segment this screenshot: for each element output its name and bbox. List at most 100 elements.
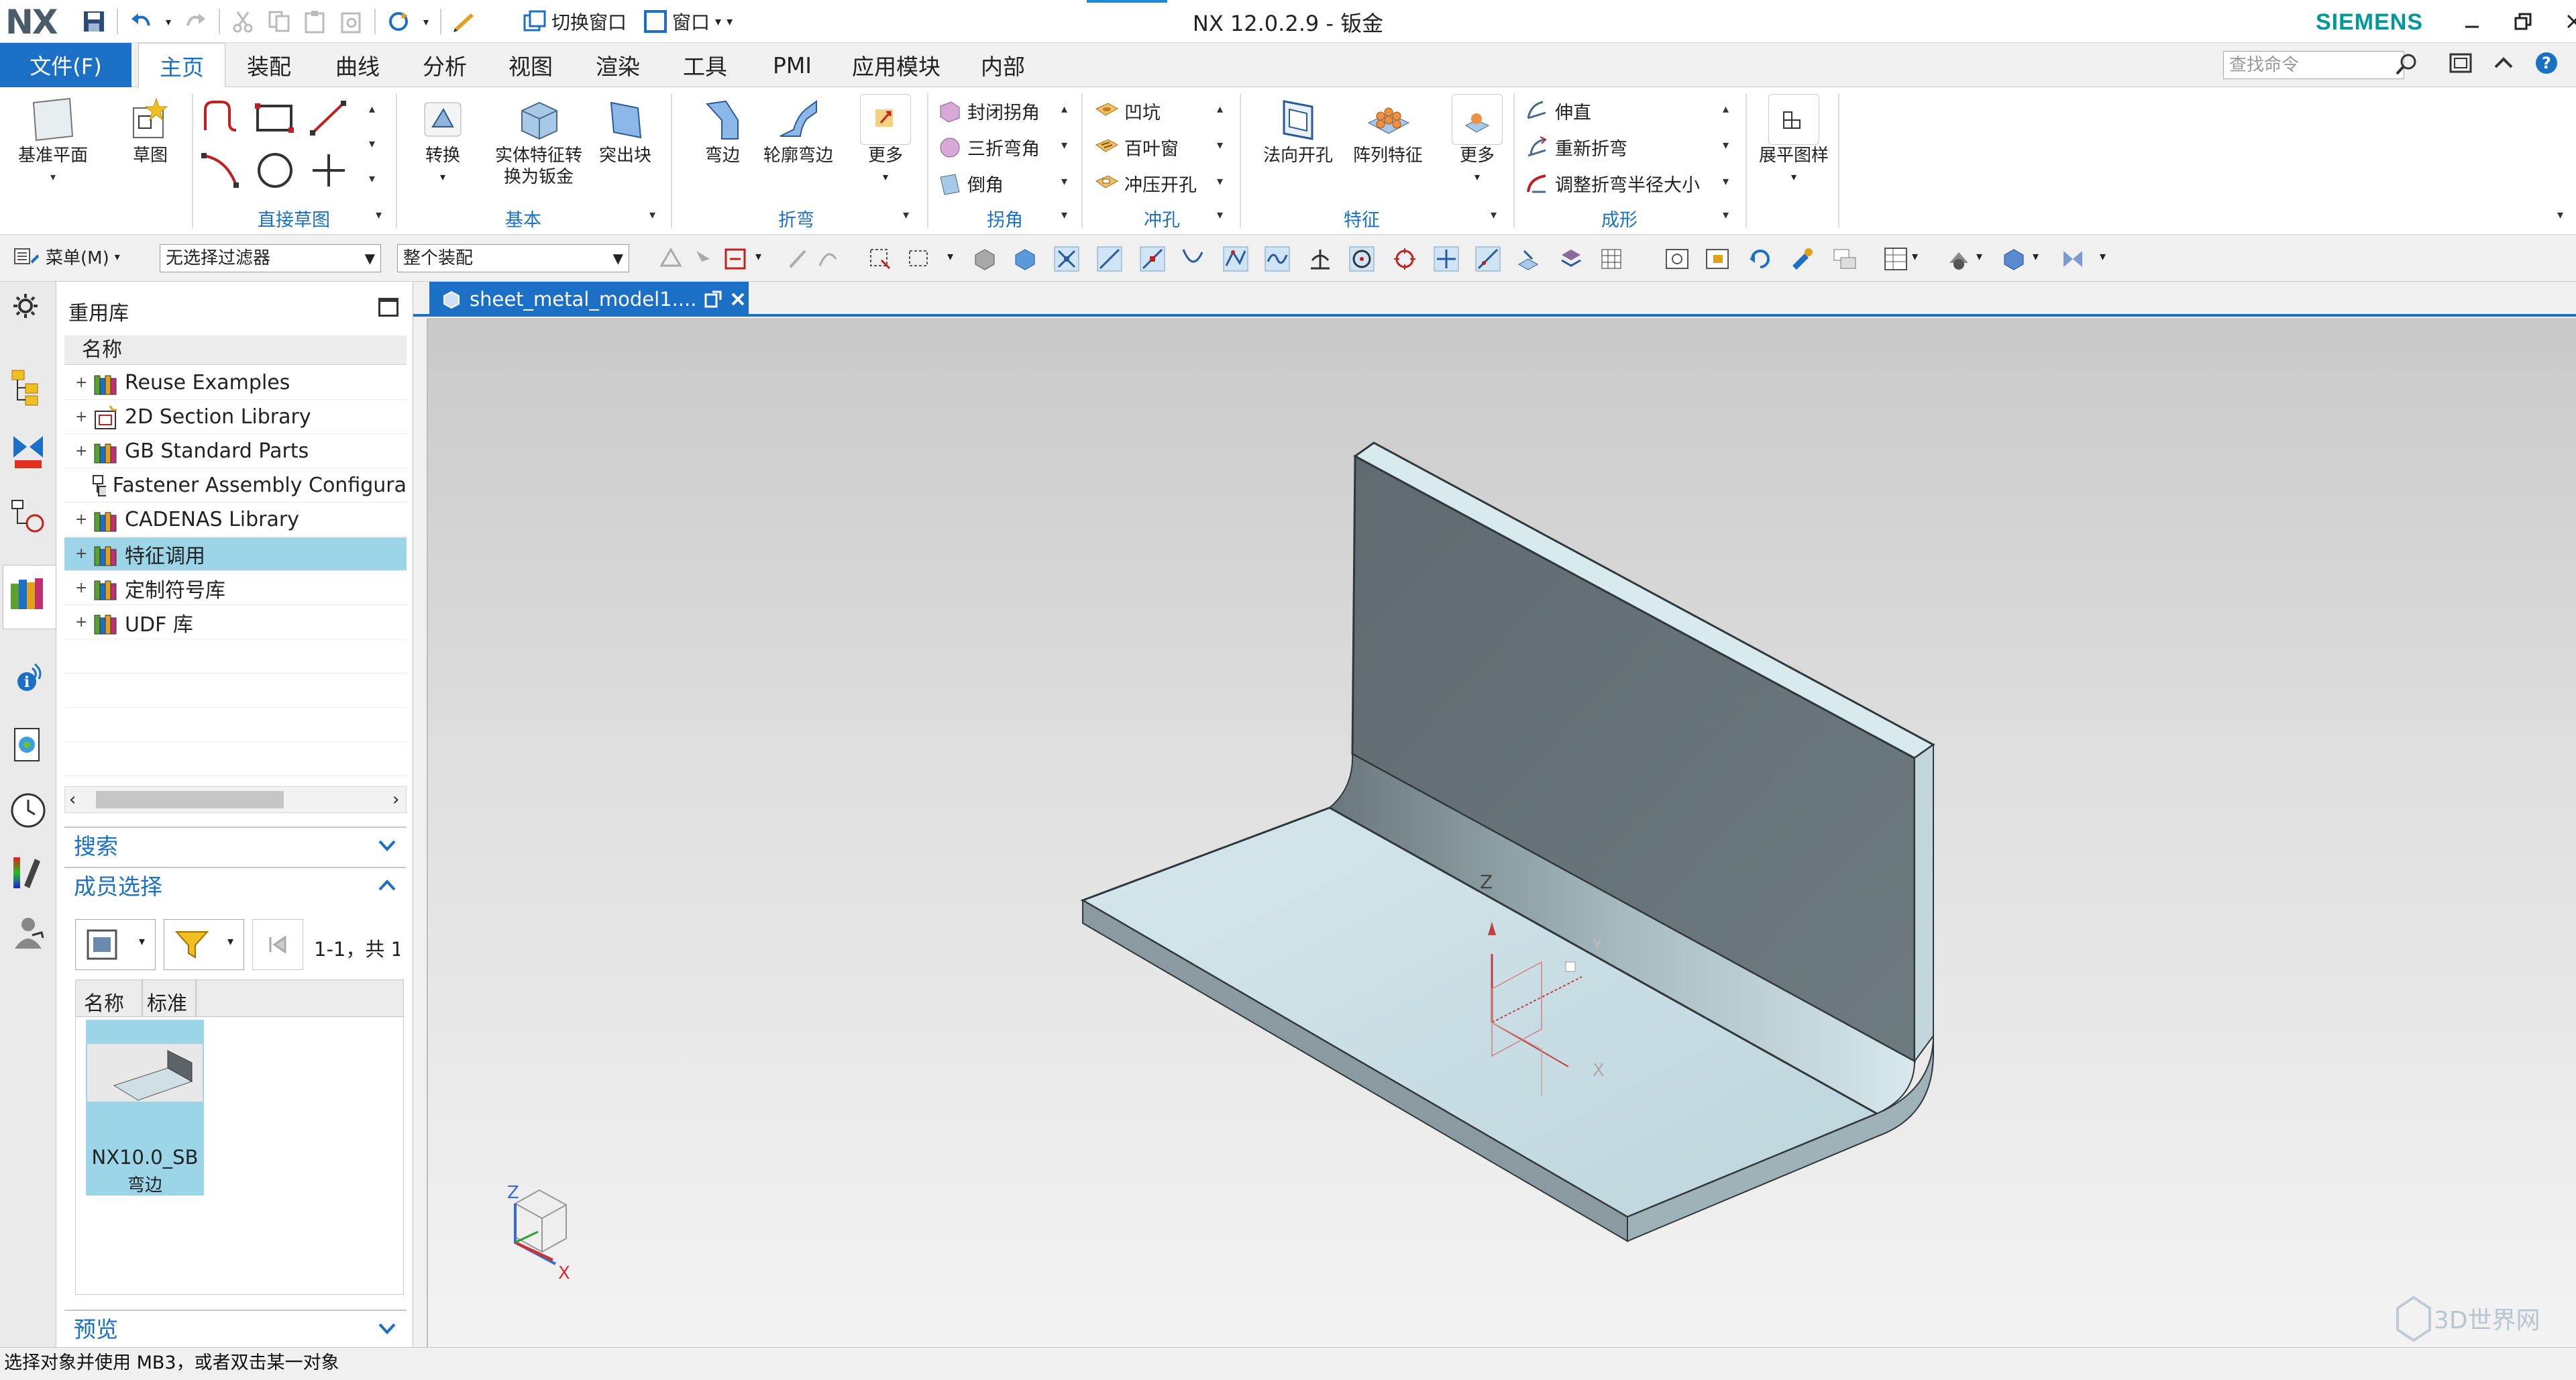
circle-icon[interactable] [254,149,297,192]
tab-feature-button[interactable]: 突出块 [592,94,659,166]
tab-view[interactable]: 视图 [494,43,568,87]
point-icon[interactable] [307,149,350,192]
selection-scope-select[interactable]: 整个装配 ▼ [397,244,629,272]
arc-center-icon[interactable] [1348,246,1375,272]
file-menu[interactable]: 文件(F) [0,43,131,87]
flat-pattern-button[interactable]: 展平图样 ▾ [1754,94,1834,188]
roles-icon[interactable] [8,912,48,953]
clip-section-icon[interactable] [2059,246,2086,272]
tab-tools[interactable]: 工具 [668,43,742,87]
existing-point-icon[interactable] [1433,246,1460,272]
convert-button[interactable]: 转换 ▾ [409,94,476,188]
member-select-section-header[interactable]: 成员选择 [64,867,407,902]
end-point-icon[interactable] [1096,246,1123,272]
scroll-thumb[interactable] [96,791,284,808]
solid-body-icon[interactable] [971,246,998,272]
sketch-button[interactable]: 草图 [117,94,184,166]
settings-gear-icon[interactable] [12,293,39,319]
zoom-window-icon[interactable] [1704,246,1731,272]
scroll-left-icon[interactable]: ‹ [69,790,76,810]
tab-home[interactable]: 主页 [138,43,225,88]
command-finder-input[interactable]: 查找命令 [2223,51,2404,79]
close-tab-icon[interactable] [730,291,746,307]
reuse-library-icon[interactable] [8,572,48,612]
library-tree-item[interactable]: + GB Standard Parts [64,435,407,468]
tab-application[interactable]: 应用模块 [843,43,950,87]
history-clock-icon[interactable] [8,790,48,831]
tab-analysis[interactable]: 分析 [408,43,482,87]
collapse-ribbon-icon[interactable] [2491,51,2516,75]
louver-button[interactable]: 百叶窗 [1095,134,1179,160]
select-face-icon[interactable] [722,246,749,272]
more-bend-button[interactable]: 更多 ▾ [852,94,919,188]
rectangle-icon[interactable] [254,97,297,140]
first-page-button[interactable] [252,919,303,970]
full-screen-icon[interactable] [2449,51,2473,75]
intersection-icon[interactable] [1222,246,1249,272]
scroll-right-icon[interactable]: › [392,790,399,810]
chamfer-button[interactable]: 倒角 [938,170,1004,197]
toolbar-dropdown-icon[interactable]: ▾ [2100,250,2106,264]
normal-cutout-button[interactable]: 法向开孔 [1254,94,1342,166]
library-tree-item[interactable]: +2D Section Library [64,401,407,434]
type-filter-select[interactable]: 无选择过滤器 ▼ [160,244,381,272]
expand-icon[interactable]: + [75,375,87,390]
close-button[interactable] [2557,4,2576,39]
graphics-window[interactable]: Z X Y Z X 3D世界网 [427,318,2576,1347]
document-tab[interactable]: sheet_metal_model1.... [429,282,749,317]
perpendicular-icon[interactable] [1307,246,1334,272]
sheet-body-icon[interactable] [1012,246,1038,272]
bounded-grid-icon[interactable] [1558,246,1585,272]
ribbon-options-icon[interactable]: ▾ [2557,208,2563,222]
maximize-panel-icon[interactable] [378,298,398,317]
select-curve-icon[interactable] [814,246,841,272]
expand-icon[interactable] [75,480,83,491]
tree-horizontal-scrollbar[interactable]: ‹ › [64,786,407,813]
rebend-button[interactable]: 重新折弯 [1525,134,1627,160]
library-tree-item[interactable]: Fastener Assembly Configura [64,469,407,502]
tab-pmi[interactable]: PMI [755,43,829,87]
pattern-feature-button[interactable]: 阵列特征 [1344,94,1432,166]
datum-plane-button[interactable]: 基准平面 ▾ [9,94,97,188]
line-icon[interactable] [307,97,350,140]
three-bend-corner-button[interactable]: 三折弯角 [938,134,1040,160]
undock-icon[interactable] [704,290,722,308]
toolbar-dropdown-icon[interactable]: ▾ [1912,250,1918,264]
select-body-icon[interactable] [691,246,718,272]
expand-icon[interactable]: + [75,615,87,629]
toolbar-dropdown-icon[interactable]: ▾ [2033,250,2039,264]
help-icon[interactable]: ? [2534,51,2559,75]
snap-grid-icon[interactable] [1598,246,1625,272]
web-browser-icon[interactable] [8,725,48,765]
library-tree-item[interactable]: + 特征调用 [64,537,407,571]
toolbar-dropdown-icon[interactable]: ▾ [947,250,953,264]
select-feature-icon[interactable] [657,246,684,272]
main-menu-button[interactable]: 菜单(M) ▾ [13,244,120,269]
library-tree-item[interactable]: + UDF 库 [64,606,407,639]
system-materials-icon[interactable] [8,852,48,892]
tab-curve[interactable]: 曲线 [321,43,394,87]
drawn-cutout-button[interactable]: 冲压开孔 [1095,170,1197,197]
resize-bend-radius-button[interactable]: 调整折弯半径大小 [1525,170,1700,197]
wall-side-thickness[interactable] [1914,743,1934,1064]
library-tree-item[interactable]: + CADENAS Library [64,503,407,537]
preview-section-header[interactable]: 预览 [64,1310,407,1344]
hd3d-tools-icon[interactable]: i [8,657,48,698]
point-on-face-icon[interactable] [1515,246,1542,272]
library-tree-item[interactable]: + Reuse Examples [64,366,407,400]
layer-settings-icon[interactable] [1831,246,1858,272]
fit-view-icon[interactable] [1664,246,1690,272]
member-thumbnail-item[interactable]: NX10.0_SB 弯边 [86,1020,204,1196]
tab-assemblies[interactable]: 装配 [232,43,306,87]
contour-flange-button[interactable]: 轮廓弯边 [758,94,839,166]
dimple-button[interactable]: 凹坑 [1095,98,1161,124]
quadrant-icon[interactable] [1391,246,1418,272]
member-col-name[interactable]: 名称 [84,987,124,1016]
unbend-button[interactable]: 伸直 [1525,98,1591,124]
expand-icon[interactable]: + [75,580,87,595]
shaded-with-edges-icon[interactable] [2000,246,2027,272]
rectangle-select-icon[interactable] [906,246,932,272]
constraint-navigator-icon[interactable] [8,431,48,471]
render-style-icon[interactable] [1882,246,1909,272]
point-on-curve-icon[interactable] [1474,246,1501,272]
